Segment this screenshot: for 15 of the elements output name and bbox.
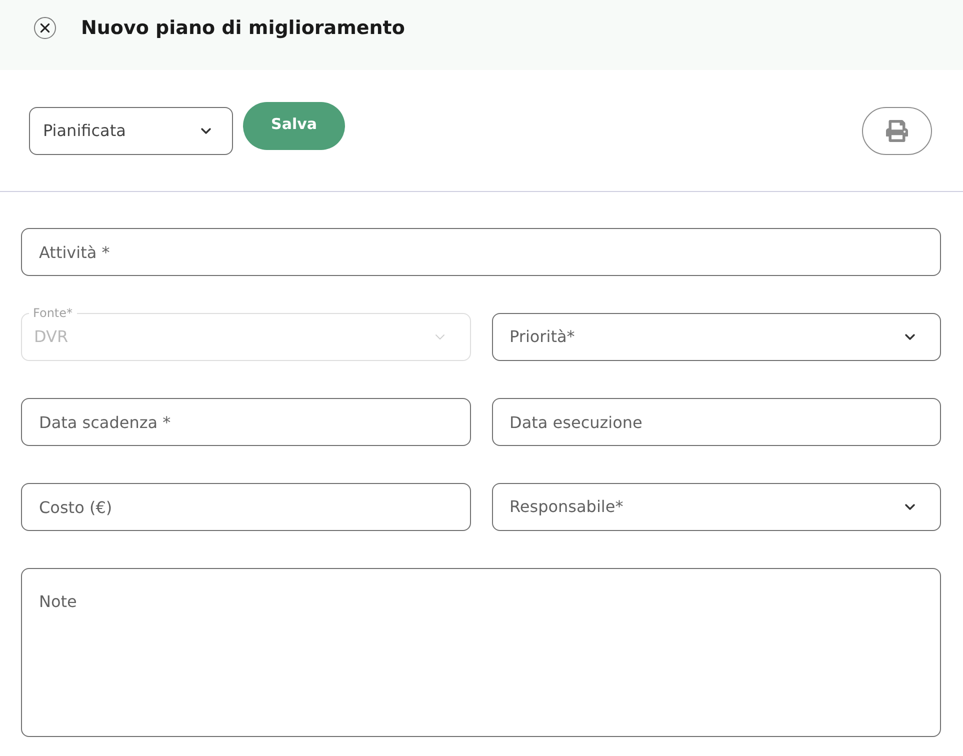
status-select[interactable]: Pianificata <box>29 107 233 155</box>
field-label: Fonte* <box>32 306 74 320</box>
input-field[interactable]: Costo (€) <box>21 483 470 531</box>
notes-field[interactable]: Note <box>21 568 941 737</box>
print-button[interactable] <box>862 107 932 155</box>
input-field[interactable]: Data esecuzione <box>492 398 941 446</box>
dialog-title: Nuovo piano di miglioramento <box>81 17 405 39</box>
field-value: DVR <box>34 326 68 348</box>
select-field[interactable]: Priorità* <box>492 313 941 361</box>
printer-icon <box>886 120 908 142</box>
close-icon[interactable] <box>34 17 56 39</box>
input-field[interactable]: Data scadenza * <box>21 398 470 446</box>
save-button[interactable]: Salva <box>243 102 345 150</box>
input-field[interactable]: Attività * <box>21 228 941 276</box>
select-field[interactable]: Responsabile* <box>492 483 941 531</box>
